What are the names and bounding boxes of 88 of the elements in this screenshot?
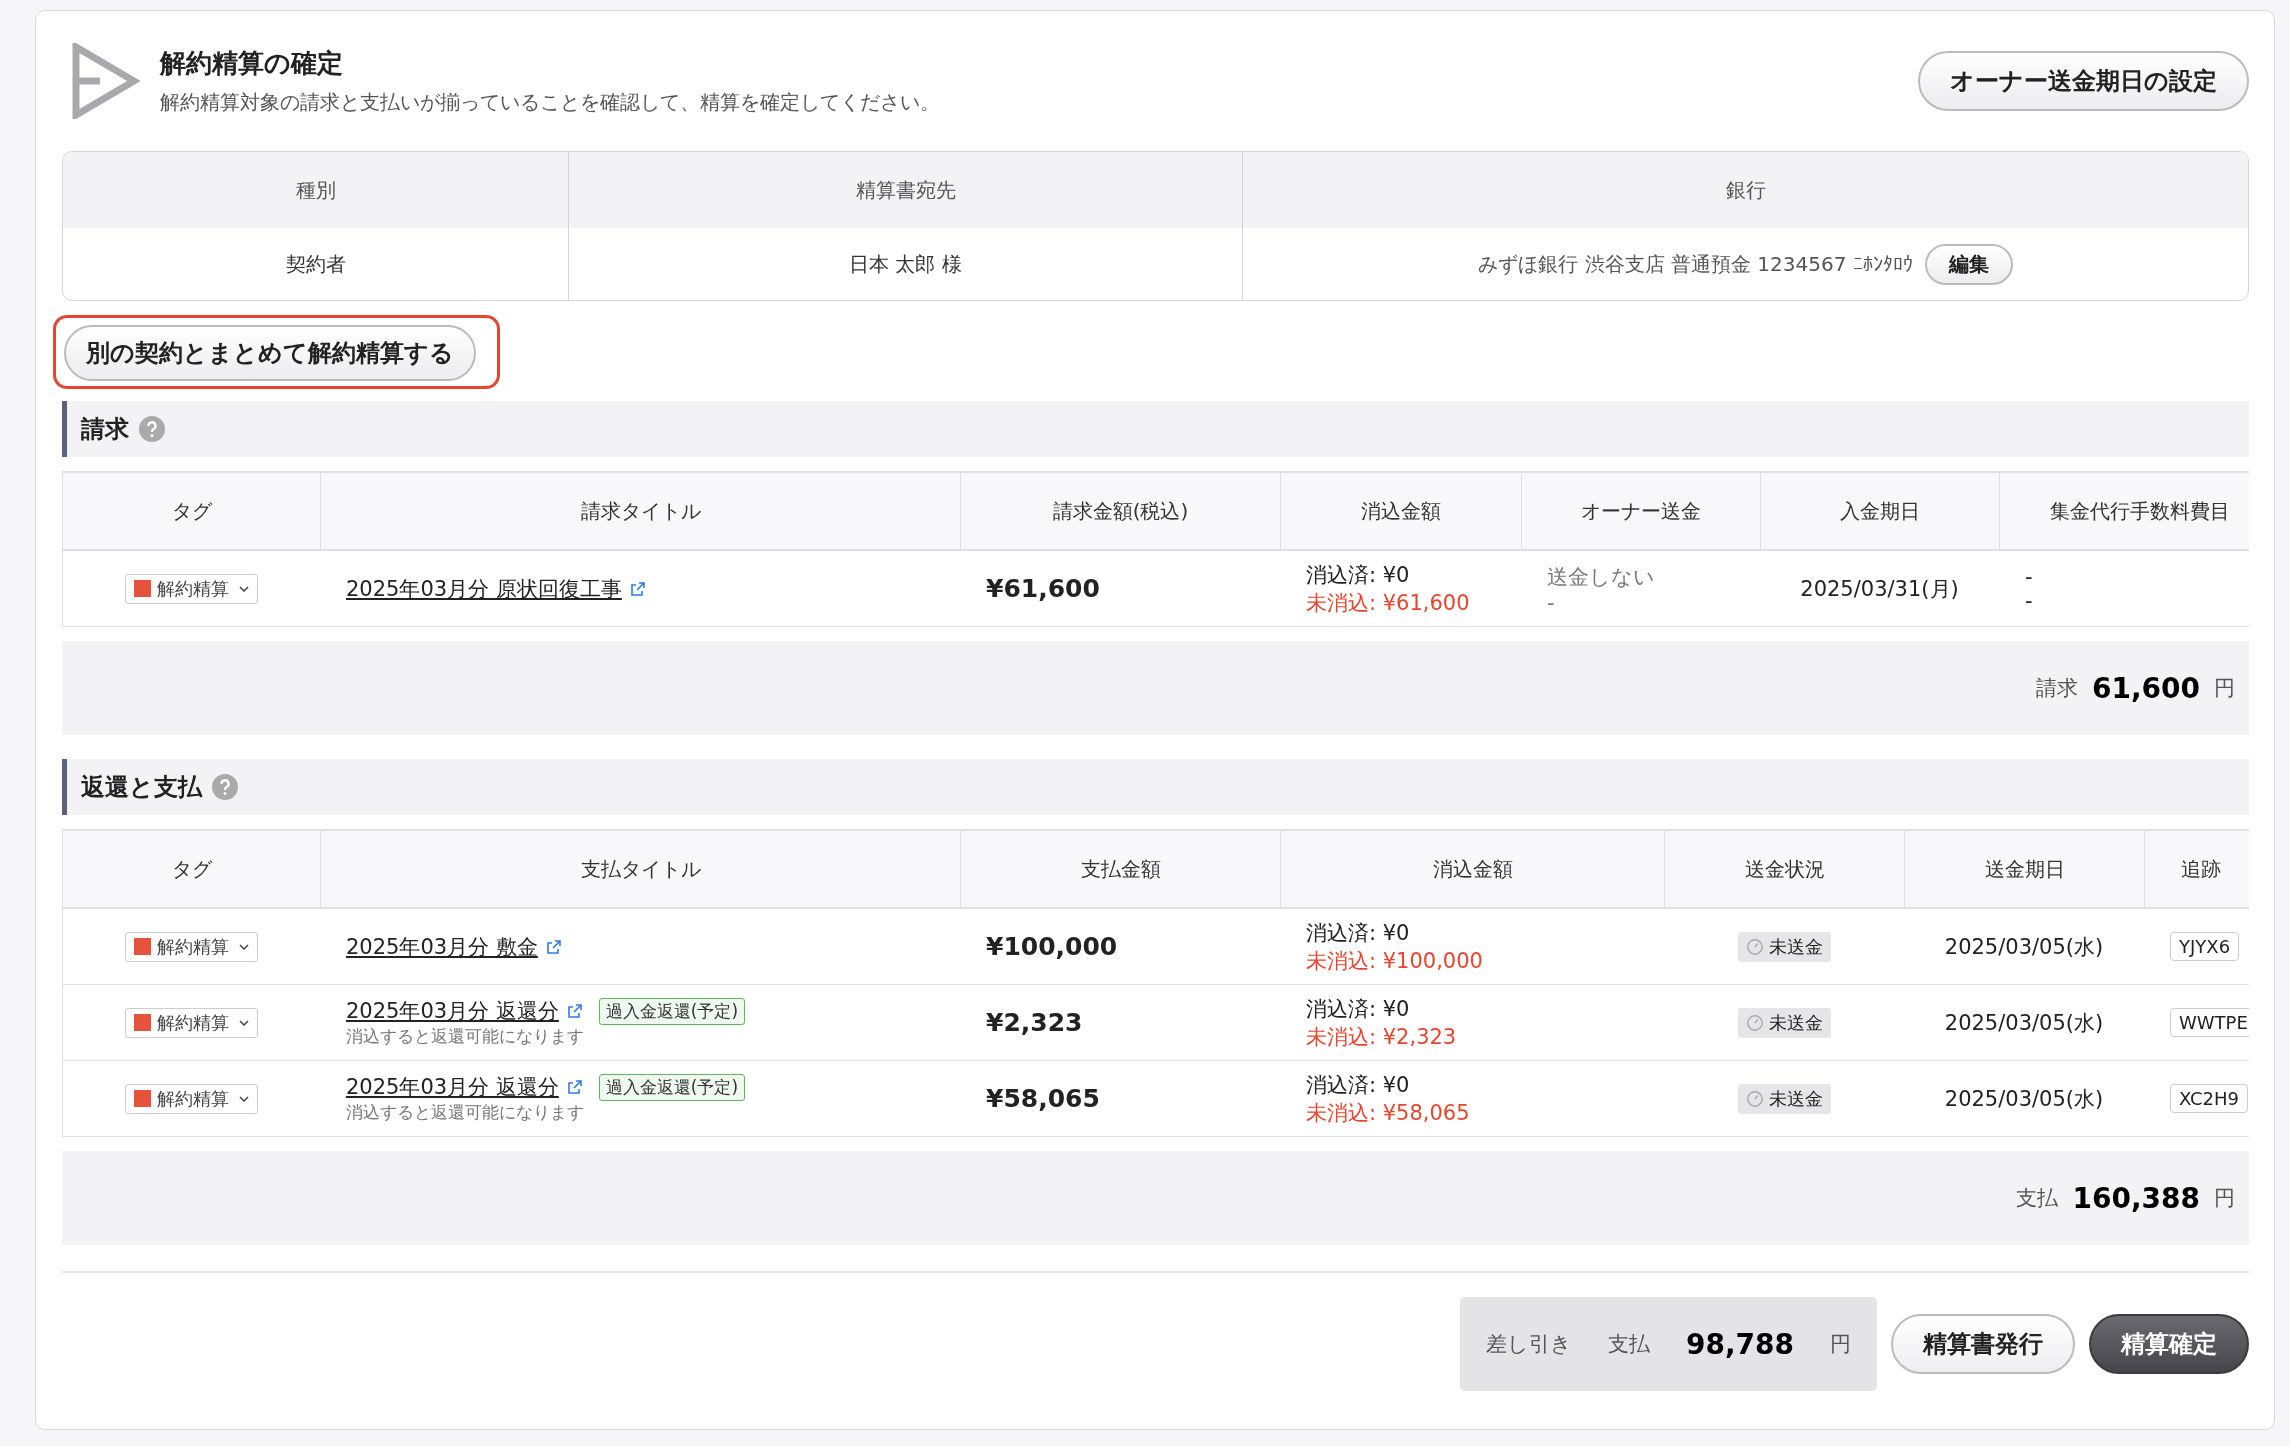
column-header: 支払タイトル — [320, 829, 960, 909]
column-header: 銀行 — [1242, 152, 2248, 228]
summary-amount: 61,600 — [2091, 671, 2200, 705]
summary-label: 請求 — [2035, 675, 2078, 702]
column-header: 追跡 — [2144, 829, 2249, 909]
column-header: オーナー送金 — [1521, 471, 1760, 551]
tracking-code: WWTPE — [2170, 1008, 2249, 1037]
chevron-down-icon[interactable] — [239, 1019, 249, 1026]
confirm-settlement-button[interactable]: 精算確定 — [2089, 1314, 2249, 1374]
cleared-amount: 消込済: ¥0 — [1306, 1071, 1410, 1099]
note-text: 消込すると返還可能になります — [346, 1101, 584, 1124]
owner-remittance-text: 送金しない — [1547, 563, 1655, 591]
amount-text: ¥61,600 — [986, 574, 1100, 603]
status-badge: 未送金 — [1737, 1007, 1831, 1038]
tag-dropdown[interactable]: 解約精算 — [125, 1007, 258, 1038]
tag-dropdown[interactable]: 解約精算 — [125, 573, 258, 604]
column-header: 種別 — [63, 152, 568, 228]
help-icon — [139, 416, 165, 442]
amount-text: ¥100,000 — [986, 932, 1118, 961]
uncleared-amount: 未消込: ¥61,600 — [1306, 589, 1470, 617]
cleared-amount: 消込済: ¥0 — [1306, 919, 1410, 947]
difference-kind: 支払 — [1607, 1331, 1650, 1358]
table-cell: 日本 太郎 様 — [568, 228, 1242, 300]
issue-statement-button[interactable]: 精算書発行 — [1891, 1314, 2075, 1374]
amount-text: ¥2,323 — [986, 1008, 1083, 1037]
external-link-icon[interactable] — [545, 938, 562, 955]
section-title: 返還と支払 — [81, 772, 202, 803]
difference-amount: 98,788 — [1685, 1327, 1794, 1361]
column-header: 送金期日 — [1904, 829, 2144, 909]
remittance-date: 2025/03/05(水) — [1944, 1009, 2104, 1037]
merge-settlement-button[interactable]: 別の契約とまとめて解約精算する — [64, 325, 476, 381]
remittance-date: 2025/03/05(水) — [1944, 1085, 2104, 1113]
tag-dropdown[interactable]: 解約精算 — [125, 931, 258, 962]
amount-text: ¥58,065 — [986, 1084, 1100, 1113]
uncleared-amount: 未消込: ¥100,000 — [1306, 947, 1483, 975]
status-badge: 未送金 — [1737, 931, 1831, 962]
column-header: 送金状況 — [1664, 829, 1904, 909]
edit-button[interactable]: 編集 — [1924, 243, 2013, 285]
dash-text: - — [1547, 590, 1555, 615]
tracking-code: YJYX6 — [2170, 932, 2240, 961]
external-link-icon[interactable] — [566, 1003, 583, 1019]
column-header: 精算書宛先 — [568, 152, 1242, 228]
uncleared-amount: 未消込: ¥2,323 — [1306, 1023, 1457, 1051]
column-header: 請求金額(税込) — [960, 471, 1280, 551]
summary-label: 支払 — [2016, 1185, 2059, 1212]
column-header: 集金代行手数料費目 — [1999, 471, 2249, 551]
due-date: 2025/03/31(月) — [1800, 575, 1959, 603]
summary-amount: 160,388 — [2072, 1181, 2200, 1215]
tag-dropdown[interactable]: 解約精算 — [125, 1083, 258, 1114]
column-header: タグ — [63, 471, 320, 551]
currency-unit: 円 — [2214, 675, 2235, 702]
payment-title-link[interactable]: 2025年03月分 返還分 — [346, 997, 559, 1025]
help-icon — [212, 774, 238, 800]
status-badge: 過入金返還(予定) — [598, 997, 746, 1025]
play-outline-icon — [70, 43, 140, 119]
status-badge: 未送金 — [1737, 1083, 1831, 1114]
currency-unit: 円 — [2214, 1185, 2235, 1212]
external-link-icon[interactable] — [566, 1079, 583, 1095]
uncleared-amount: 未消込: ¥58,065 — [1306, 1099, 1470, 1127]
status-badge: 過入金返還(予定) — [598, 1073, 746, 1101]
billing-title-link[interactable]: 2025年03月分 原状回復工事 — [346, 574, 622, 603]
chevron-down-icon[interactable] — [239, 585, 249, 592]
column-header: 消込金額 — [1280, 471, 1521, 551]
note-text: 消込すると返還可能になります — [346, 1025, 584, 1048]
remittance-date: 2025/03/05(水) — [1944, 933, 2104, 961]
column-header: 入金期日 — [1760, 471, 1999, 551]
currency-unit: 円 — [1830, 1331, 1851, 1358]
cleared-amount: 消込済: ¥0 — [1306, 995, 1410, 1023]
external-link-icon[interactable] — [629, 580, 646, 597]
bank-account-text: みずほ銀行 渋谷支店 普通預金 1234567 ﾆﾎﾝﾀﾛｳ — [1478, 250, 1913, 278]
column-header: 請求タイトル — [320, 471, 960, 551]
chevron-down-icon[interactable] — [239, 1095, 249, 1102]
page-title: 解約精算の確定 — [160, 47, 344, 80]
cleared-amount: 消込済: ¥0 — [1306, 561, 1410, 589]
column-header: 消込金額 — [1280, 829, 1664, 909]
column-header: タグ — [63, 829, 320, 909]
tracking-code: XC2H9 — [2170, 1084, 2249, 1113]
chevron-down-icon[interactable] — [239, 943, 249, 950]
payment-title-link[interactable]: 2025年03月分 敷金 — [346, 932, 538, 961]
owner-remittance-date-button[interactable]: オーナー送金期日の設定 — [1918, 51, 2249, 111]
dash-text: - — [2025, 564, 2033, 589]
dash-text: - — [2025, 588, 2033, 613]
difference-label: 差し引き — [1485, 1331, 1572, 1358]
table-cell-text: 契約者 — [284, 250, 347, 278]
column-header: 支払金額 — [960, 829, 1280, 909]
section-title: 請求 — [81, 414, 129, 445]
page-description: 解約精算対象の請求と支払いが揃っていることを確認して、精算を確定してください。 — [160, 89, 941, 116]
payment-title-link[interactable]: 2025年03月分 返還分 — [346, 1073, 559, 1101]
